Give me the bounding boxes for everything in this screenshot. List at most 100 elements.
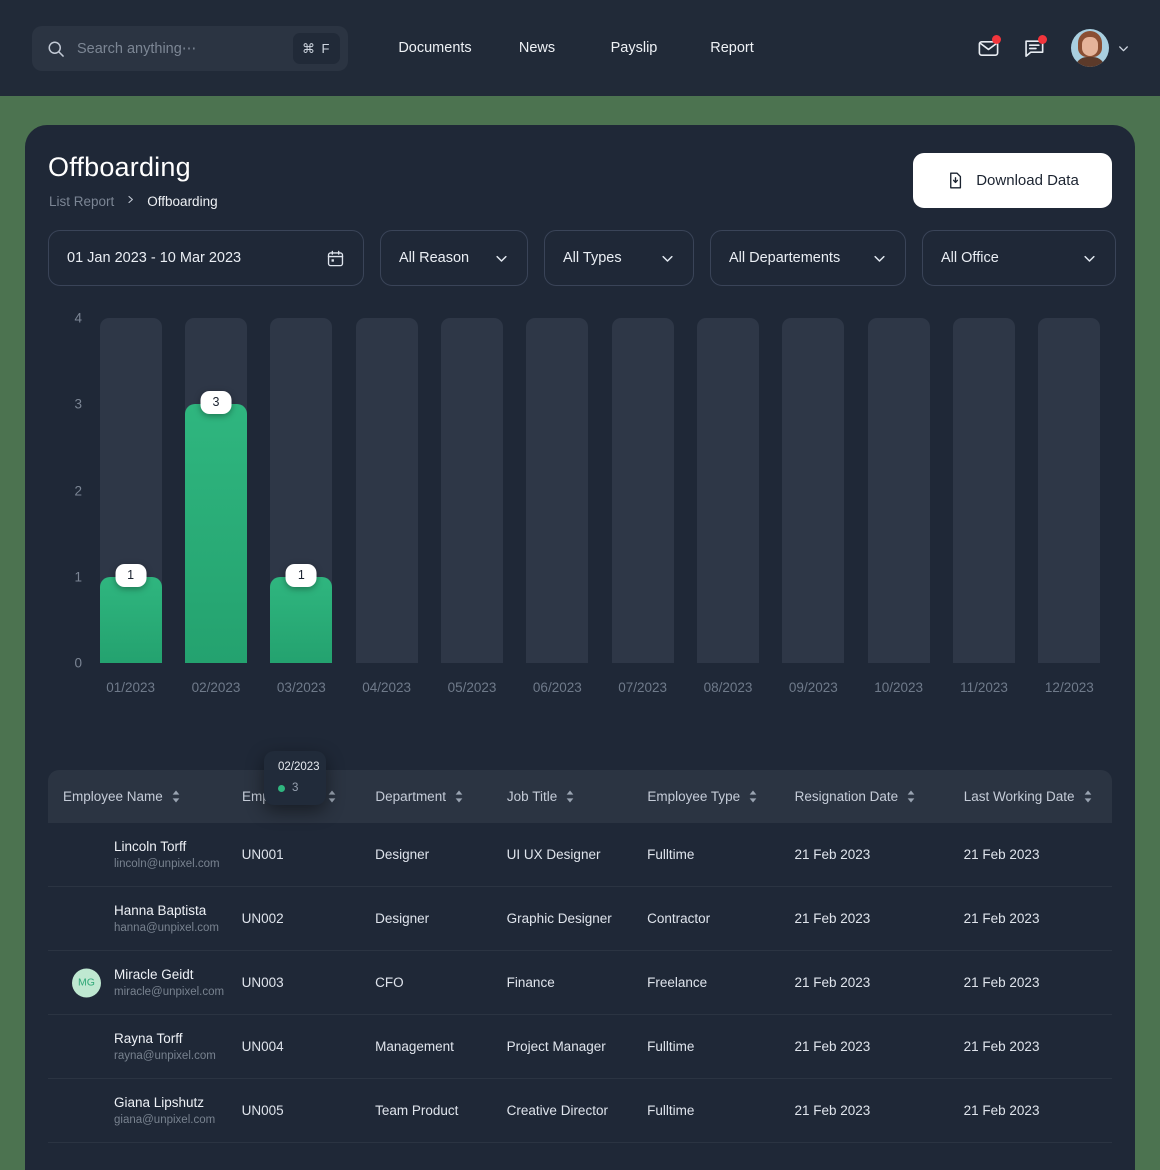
cell-last-working-date: 21 Feb 2023 [963, 1103, 1040, 1118]
chart-column[interactable]: 04/2023 [355, 318, 418, 695]
chart-bar[interactable] [185, 404, 247, 663]
table-row[interactable]: MG Miracle Geidt miracle@unpixel.com UN003 C… [48, 951, 1112, 1015]
x-axis-tick: 04/2023 [362, 680, 412, 695]
cell-employee-name: MG Miracle Geidt miracle@unpixel.com [63, 966, 242, 998]
departments-filter[interactable]: All Departements [710, 230, 906, 286]
office-filter[interactable]: All Office [922, 230, 1116, 286]
cell-resignation-date: 21 Feb 2023 [794, 911, 871, 926]
chart-column[interactable]: 1 03/2023 [270, 318, 333, 695]
office-filter-label: All Office [941, 250, 999, 266]
table-row[interactable]: Rayna Torff rayna@unpixel.com UN004 Managem… [48, 1015, 1112, 1079]
sort-icon[interactable] [171, 790, 181, 803]
chart-bar[interactable] [99, 576, 162, 663]
chevron-right-icon [126, 193, 135, 209]
chart-column[interactable]: 07/2023 [611, 318, 674, 695]
x-axis-tick: 09/2023 [788, 680, 838, 695]
cell-employee-type: Contractor [647, 911, 711, 926]
y-axis-tick: 4 [74, 310, 82, 326]
cell-department: Designer [375, 847, 430, 862]
cell-job-title: Finance [506, 975, 555, 990]
sort-icon[interactable] [454, 790, 464, 803]
column-header-last[interactable]: Last Working Date [964, 789, 1112, 804]
table-row[interactable]: Lincoln Torff lincoln@unpixel.com UN001 Des… [48, 823, 1112, 887]
cell-resignation-date: 21 Feb 2023 [794, 975, 871, 990]
chart-column[interactable]: 1 01/2023 [99, 318, 162, 695]
chart-column[interactable]: 05/2023 [441, 318, 503, 695]
table-row[interactable]: Hanna Baptista hanna@unpixel.com UN002 Desi… [48, 887, 1112, 951]
nav-link-documents[interactable]: Documents [380, 40, 490, 56]
download-data-button[interactable]: Download Data [913, 153, 1112, 208]
file-download-icon [946, 171, 965, 190]
column-header-label: Job Title [506, 789, 558, 804]
nav-link-payslip[interactable]: Payslip [584, 40, 684, 56]
breadcrumb-parent[interactable]: List Report [49, 194, 114, 209]
employee-email: giana@unpixel.com [114, 1114, 216, 1127]
employee-name: Lincoln Torff [114, 838, 187, 854]
sort-icon[interactable] [565, 790, 575, 803]
chevron-down-icon [1082, 251, 1097, 266]
chart-column[interactable]: 08/2023 [697, 318, 759, 695]
chart-bar-track [526, 318, 589, 663]
cell-employee-id: UN005 [241, 1103, 284, 1118]
chart-column[interactable]: 06/2023 [526, 318, 589, 695]
employee-name: Miracle Geidt [114, 966, 194, 982]
column-header-name[interactable]: Employee Name [63, 789, 242, 804]
cell-last-working-date: 21 Feb 2023 [963, 1039, 1040, 1054]
search-icon [46, 39, 66, 59]
cell-resignation-date: 21 Feb 2023 [794, 1039, 871, 1054]
reason-filter[interactable]: All Reason [380, 230, 528, 286]
employee-name: Hanna Baptista [114, 902, 207, 918]
breadcrumb: List Report Offboarding [49, 193, 218, 209]
chart-column[interactable]: 12/2023 [1038, 318, 1101, 695]
chart-column[interactable]: 11/2023 [953, 318, 1015, 695]
cell-employee-id: UN004 [241, 1039, 284, 1054]
types-filter[interactable]: All Types [544, 230, 694, 286]
search-box[interactable]: ⌘ F [32, 26, 348, 71]
chart-column[interactable]: 3 02/2023 [185, 318, 247, 695]
chat-button[interactable] [1011, 28, 1057, 68]
x-axis-tick: 08/2023 [703, 680, 753, 695]
column-header-resignation[interactable]: Resignation Date [795, 789, 964, 804]
x-axis-tick: 02/2023 [191, 680, 241, 695]
cell-department: Designer [375, 911, 430, 926]
cell-employee-type: Freelance [647, 975, 708, 990]
nav-link-news[interactable]: News [490, 40, 584, 56]
departments-filter-label: All Departements [729, 250, 841, 266]
column-header-label: Department [375, 789, 446, 804]
calendar-icon [326, 249, 345, 268]
date-range-filter[interactable]: 01 Jan 2023 - 10 Mar 2023 [48, 230, 364, 286]
chart-bar-track [867, 318, 930, 663]
sort-icon[interactable] [327, 790, 337, 803]
mail-unread-badge [992, 35, 1001, 44]
top-bar-actions [965, 0, 1130, 96]
cell-resignation-date: 21 Feb 2023 [794, 1103, 871, 1118]
x-axis-tick: 11/2023 [960, 680, 1008, 695]
search-shortcut-key: ⌘ F [292, 33, 340, 64]
chart-column[interactable]: 10/2023 [867, 318, 930, 695]
sort-icon[interactable] [748, 790, 758, 803]
search-input[interactable] [66, 40, 293, 57]
table-row[interactable]: Giana Lipshutz giana@unpixel.com UN005 Team… [48, 1079, 1112, 1143]
breadcrumb-current[interactable]: Offboarding [147, 194, 217, 209]
column-header-dept[interactable]: Department [375, 789, 507, 804]
chevron-down-icon [872, 251, 887, 266]
offboarding-table: Employee NameEmployee IDDepartmentJob Ti… [48, 770, 1112, 1143]
chat-unread-badge [1038, 35, 1047, 44]
avatar [1071, 29, 1109, 67]
mail-button[interactable] [965, 28, 1011, 68]
sort-icon[interactable] [1083, 790, 1093, 803]
column-header-label: Employee Type [647, 789, 741, 804]
column-header-type[interactable]: Employee Type [647, 789, 794, 804]
chart-bar-track [953, 318, 1015, 663]
column-header-job[interactable]: Job Title [507, 789, 647, 804]
chart-bar-track [1038, 318, 1101, 663]
chart-bar[interactable] [270, 576, 333, 663]
cell-employee-type: Fulltime [647, 1103, 695, 1118]
cell-job-title: UI UX Designer [506, 847, 601, 862]
user-menu[interactable] [1071, 29, 1130, 67]
cell-employee-name: Rayna Torff rayna@unpixel.com [63, 1031, 242, 1063]
chevron-down-icon [494, 251, 509, 266]
nav-link-report[interactable]: Report [684, 40, 780, 56]
chart-column[interactable]: 09/2023 [782, 318, 845, 695]
sort-icon[interactable] [906, 790, 916, 803]
